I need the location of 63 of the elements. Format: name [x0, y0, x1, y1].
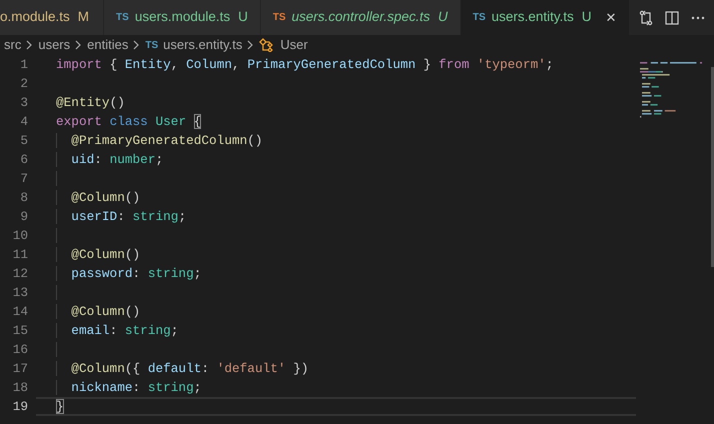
line-number: 17: [12, 360, 29, 378]
breadcrumb-item[interactable]: entities: [87, 35, 128, 55]
code-line: @Column(): [71, 188, 140, 207]
chevron-right-icon: [26, 40, 34, 50]
editor-tab[interactable]: TS users.module.ts U: [104, 0, 261, 35]
line-number: 12: [12, 264, 29, 283]
code-line: userID: string;: [71, 208, 186, 226]
class-symbol-icon: [259, 38, 276, 52]
typescript-file-icon: TS: [116, 10, 129, 25]
code-line: @PrimaryGeneratedColumn(): [71, 132, 263, 150]
tab-label: users.controller.spec.ts: [292, 8, 430, 26]
editor-tab[interactable]: TS users.controller.spec.ts U: [260, 0, 461, 35]
line-number: 8: [19, 188, 29, 207]
git-status-letter: U: [582, 8, 592, 26]
editor-tab[interactable]: TS users.entity.ts U ✕: [460, 0, 630, 35]
tab-label: users.module.ts: [134, 8, 230, 26]
line-number: 9: [19, 208, 29, 226]
scrollbar[interactable]: [711, 67, 714, 267]
code-line: uid: number;: [71, 150, 164, 169]
code-line: nickname: string;: [71, 378, 202, 397]
code-line: @Column(): [71, 302, 140, 321]
code-line: export class User {: [56, 112, 202, 131]
line-number: 2: [19, 74, 29, 93]
chevron-right-icon: [247, 40, 254, 50]
line-number: 19: [12, 398, 29, 416]
git-status-letter: M: [78, 8, 90, 26]
code-line: @Column(): [71, 246, 140, 264]
compare-changes-icon[interactable]: [638, 10, 654, 26]
line-number: 18: [12, 378, 29, 397]
line-number: 13: [12, 284, 29, 302]
line-number: 7: [19, 170, 29, 188]
line-number: 14: [12, 302, 29, 321]
line-number: 10: [12, 226, 29, 245]
code-line: password: string;: [71, 264, 202, 283]
typescript-file-icon: TS: [145, 38, 158, 52]
breadcrumb-item[interactable]: users: [38, 35, 70, 55]
line-number: 16: [12, 340, 29, 359]
line-number: 15: [12, 322, 29, 340]
line-number: 1: [19, 56, 29, 74]
line-number: 6: [19, 150, 29, 169]
close-icon[interactable]: ✕: [606, 8, 617, 28]
line-number: 5: [19, 132, 29, 150]
code-line: @Entity(): [56, 94, 125, 112]
tab-label: users.entity.ts: [492, 8, 574, 26]
chevron-right-icon: [75, 40, 82, 50]
breadcrumb-item[interactable]: src: [4, 35, 22, 55]
typescript-file-icon: TS: [472, 10, 486, 25]
git-status-letter: U: [238, 8, 248, 26]
typescript-file-icon: TS: [272, 10, 286, 25]
editor-tab[interactable]: o.module.ts M: [0, 0, 104, 35]
code-line: email: string;: [71, 322, 178, 340]
line-number: 4: [19, 112, 29, 131]
line-number: 11: [12, 246, 29, 264]
code-line: @Column({ default: 'default' }): [71, 360, 309, 378]
split-editor-icon[interactable]: [664, 10, 680, 26]
line-number: 3: [19, 94, 29, 112]
git-status-letter: U: [438, 8, 448, 26]
code-line: }: [56, 398, 64, 416]
breadcrumb-item[interactable]: users.entity.ts: [163, 35, 242, 55]
tab-label: o.module.ts: [0, 8, 70, 26]
code-line: import { Entity, Column, PrimaryGeneratedColumn } from 'typeorm';: [56, 56, 554, 74]
chevron-right-icon: [133, 40, 140, 50]
breadcrumb-item[interactable]: User: [280, 35, 308, 55]
